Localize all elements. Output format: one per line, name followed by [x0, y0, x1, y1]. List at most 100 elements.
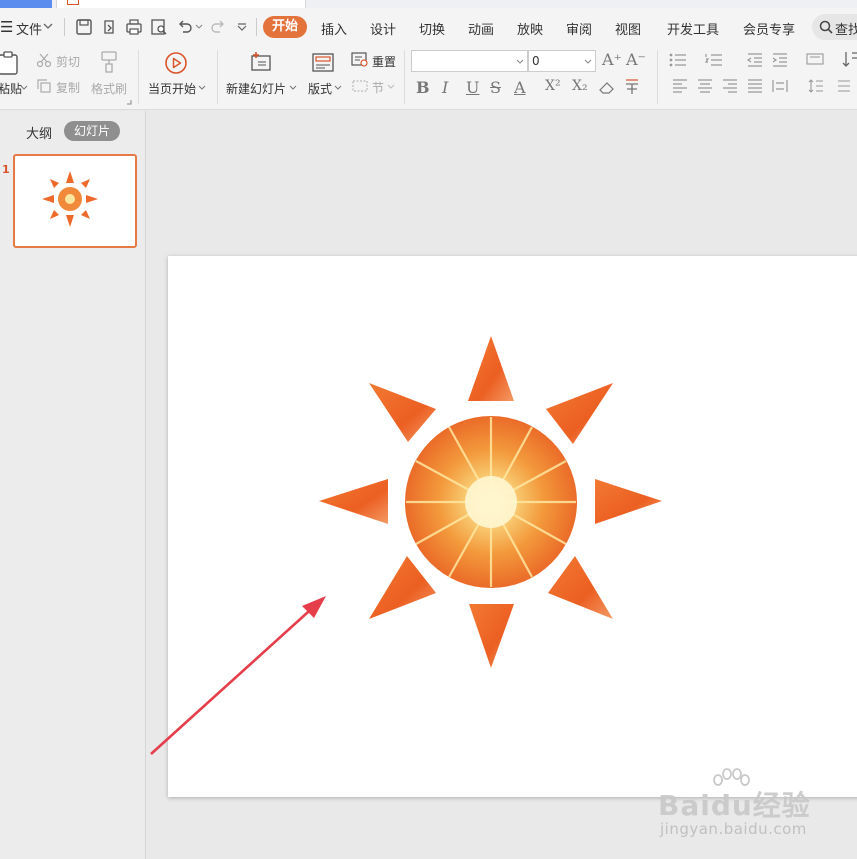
tab-outline[interactable]: 大纲 [26, 123, 52, 142]
chevron-down-icon [584, 59, 592, 64]
watermark: Baidu经验 jingyan.baidu.com [658, 768, 828, 848]
print-preview-icon[interactable] [149, 17, 169, 37]
tab-slides[interactable]: 幻灯片 [64, 121, 120, 141]
search-icon [819, 20, 833, 34]
tab-home[interactable]: 开始 [263, 16, 307, 38]
watermark-url: jingyan.baidu.com [660, 820, 807, 838]
subscript-icon[interactable]: X₂ [572, 78, 588, 94]
search-label: 查找 [835, 23, 857, 38]
sun-core [465, 476, 517, 528]
layout-icon[interactable] [311, 51, 335, 75]
font-color-icon[interactable]: A [514, 78, 526, 97]
new-slide-button[interactable]: 新建幻灯片 [226, 80, 286, 97]
scissors-icon[interactable] [36, 52, 52, 68]
paste-icon[interactable] [0, 50, 22, 76]
redo-icon[interactable] [208, 17, 228, 37]
tab-animations[interactable]: 动画 [468, 19, 494, 38]
document-tab-icon [67, 0, 79, 5]
paragraph-spacing-icon[interactable] [836, 78, 854, 94]
decrease-font-icon[interactable]: A⁻ [626, 50, 646, 69]
superscript-icon[interactable]: X² [545, 78, 561, 94]
home-tab-indicator[interactable] [0, 0, 52, 8]
ribbon-separator [217, 50, 218, 104]
clipboard-launcher-icon[interactable] [126, 99, 132, 105]
slide-panel: 大纲 幻灯片 1 [0, 111, 146, 859]
undo-icon[interactable] [175, 17, 195, 37]
paste-button[interactable]: 粘贴 [0, 80, 22, 97]
align-left-icon[interactable] [672, 79, 688, 93]
font-size-value: 0 [532, 54, 540, 68]
align-center-icon[interactable] [697, 79, 713, 93]
decrease-indent-icon[interactable] [746, 52, 764, 68]
ribbon-separator [657, 50, 658, 104]
align-right-icon[interactable] [722, 79, 738, 93]
strikethrough-icon[interactable]: S [490, 78, 501, 97]
hamburger-icon[interactable]: ☰ [0, 18, 13, 36]
section-button[interactable]: 节 [372, 79, 384, 96]
print-icon[interactable] [124, 17, 144, 37]
undo-dropdown-icon[interactable] [194, 22, 204, 32]
tab-design[interactable]: 设计 [370, 19, 396, 38]
increase-font-icon[interactable]: A⁺ [602, 50, 622, 69]
font-name-select[interactable] [411, 50, 528, 72]
sun-thumbnail-icon [42, 171, 98, 227]
play-current-button[interactable]: 当页开始 [148, 80, 196, 97]
menu-bar: ☰ 文件 开始 插入 设计 切换 动画 放映 审阅 视图 开发工具 会员专享 查… [0, 8, 857, 46]
sort-icon[interactable] [842, 50, 857, 70]
section-icon[interactable] [351, 78, 369, 94]
tab-review[interactable]: 审阅 [566, 19, 592, 38]
tab-transitions[interactable]: 切换 [419, 19, 445, 38]
customize-toolbar-icon[interactable] [236, 21, 248, 33]
menu-separator [256, 18, 257, 36]
search-box[interactable]: 查找 [812, 14, 857, 40]
italic-icon[interactable]: I [442, 78, 448, 97]
distribute-icon[interactable] [772, 79, 788, 93]
sun-graphic[interactable] [168, 256, 857, 797]
text-direction-icon[interactable] [806, 52, 828, 68]
numbered-list-icon[interactable] [704, 52, 724, 68]
new-slide-icon[interactable] [248, 50, 274, 74]
underline-icon[interactable]: U [466, 78, 479, 97]
file-menu[interactable]: 文件 [16, 19, 42, 38]
tab-developer[interactable]: 开发工具 [667, 19, 719, 38]
format-painter-button[interactable]: 格式刷 [91, 80, 127, 97]
ribbon-toolbar: 粘贴 剪切 复制 格式刷 当页开始 新建幻灯片 版式 重置 节 0 A⁺ A⁻ … [0, 46, 857, 110]
tab-slideshow[interactable]: 放映 [517, 19, 543, 38]
menu-separator [64, 18, 65, 36]
font-size-select[interactable]: 0 [528, 50, 596, 72]
slide-thumbnail[interactable] [13, 154, 137, 248]
section-dropdown-icon[interactable] [387, 83, 395, 91]
phonetic-guide-icon[interactable] [622, 76, 642, 96]
bold-icon[interactable]: B [416, 78, 430, 97]
ribbon-separator [404, 50, 405, 104]
slide-canvas [147, 111, 857, 859]
layout-button[interactable]: 版式 [308, 80, 332, 97]
export-icon[interactable] [99, 17, 119, 37]
tab-view[interactable]: 视图 [615, 19, 641, 38]
reset-button[interactable]: 重置 [372, 53, 396, 70]
copy-icon[interactable] [36, 78, 52, 94]
cut-button[interactable]: 剪切 [56, 53, 80, 70]
play-dropdown-icon[interactable] [198, 84, 206, 92]
window-tab-strip [0, 0, 857, 8]
bullet-list-icon[interactable] [668, 52, 688, 68]
format-painter-icon[interactable] [98, 50, 120, 74]
eraser-icon[interactable] [598, 79, 616, 95]
reset-icon[interactable] [351, 52, 369, 68]
play-icon[interactable] [164, 51, 188, 75]
tab-member[interactable]: 会员专享 [743, 19, 795, 38]
tab-insert[interactable]: 插入 [321, 19, 347, 38]
increase-indent-icon[interactable] [771, 52, 789, 68]
layout-dropdown-icon[interactable] [334, 84, 342, 92]
watermark-brand: Baidu经验 [658, 789, 811, 822]
line-spacing-icon[interactable] [808, 78, 824, 94]
slide-number: 1 [2, 163, 10, 176]
chevron-down-icon[interactable] [42, 20, 54, 32]
save-icon[interactable] [74, 17, 94, 37]
new-slide-dropdown-icon[interactable] [289, 84, 297, 92]
paste-dropdown-icon[interactable] [20, 84, 28, 92]
document-tab[interactable] [56, 0, 306, 8]
copy-button[interactable]: 复制 [56, 79, 80, 96]
justify-icon[interactable] [747, 79, 763, 93]
slide[interactable] [168, 256, 857, 797]
